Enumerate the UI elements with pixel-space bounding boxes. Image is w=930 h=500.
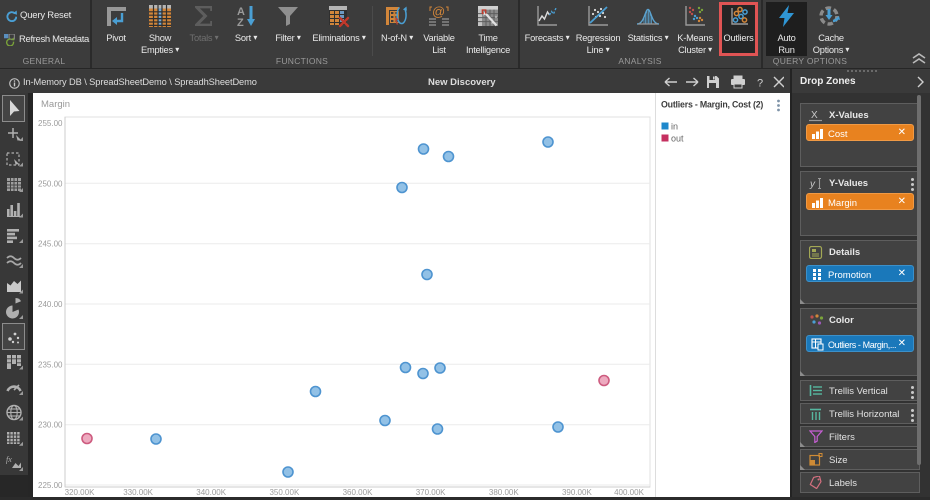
svg-text:fx: fx [6, 455, 12, 464]
svg-text:Z: Z [237, 17, 244, 28]
svg-text:330.00K: 330.00K [123, 488, 153, 497]
svg-text:Outliers - Margin, Cost (2): Outliers - Margin, Cost (2) [661, 100, 763, 110]
svg-text:360.00K: 360.00K [343, 488, 373, 497]
svg-text:320.00K: 320.00K [65, 488, 95, 497]
svg-text:370.00K: 370.00K [416, 488, 446, 497]
svg-text:380.00K: 380.00K [489, 488, 519, 497]
svg-text:340.00K: 340.00K [196, 488, 226, 497]
svg-text:390.00K: 390.00K [562, 488, 592, 497]
svg-text:250.00: 250.00 [38, 179, 63, 188]
svg-text:255.00: 255.00 [38, 119, 63, 128]
svg-text:235.00: 235.00 [38, 360, 63, 369]
svg-text:245.00: 245.00 [38, 240, 63, 249]
svg-text:350.00K: 350.00K [269, 488, 299, 497]
svg-text:230.00: 230.00 [38, 421, 63, 430]
svg-text:240.00: 240.00 [38, 300, 63, 309]
svg-text:400.00K: 400.00K [614, 488, 644, 497]
svg-text:Margin: Margin [41, 99, 70, 110]
svg-text:@: @ [432, 4, 445, 19]
svg-text:?: ? [757, 78, 763, 90]
svg-text:225.00: 225.00 [38, 481, 63, 490]
svg-text:in: in [671, 122, 678, 132]
svg-text:y: y [809, 179, 816, 190]
svg-text:out: out [671, 134, 684, 144]
svg-text:X: X [811, 110, 818, 121]
